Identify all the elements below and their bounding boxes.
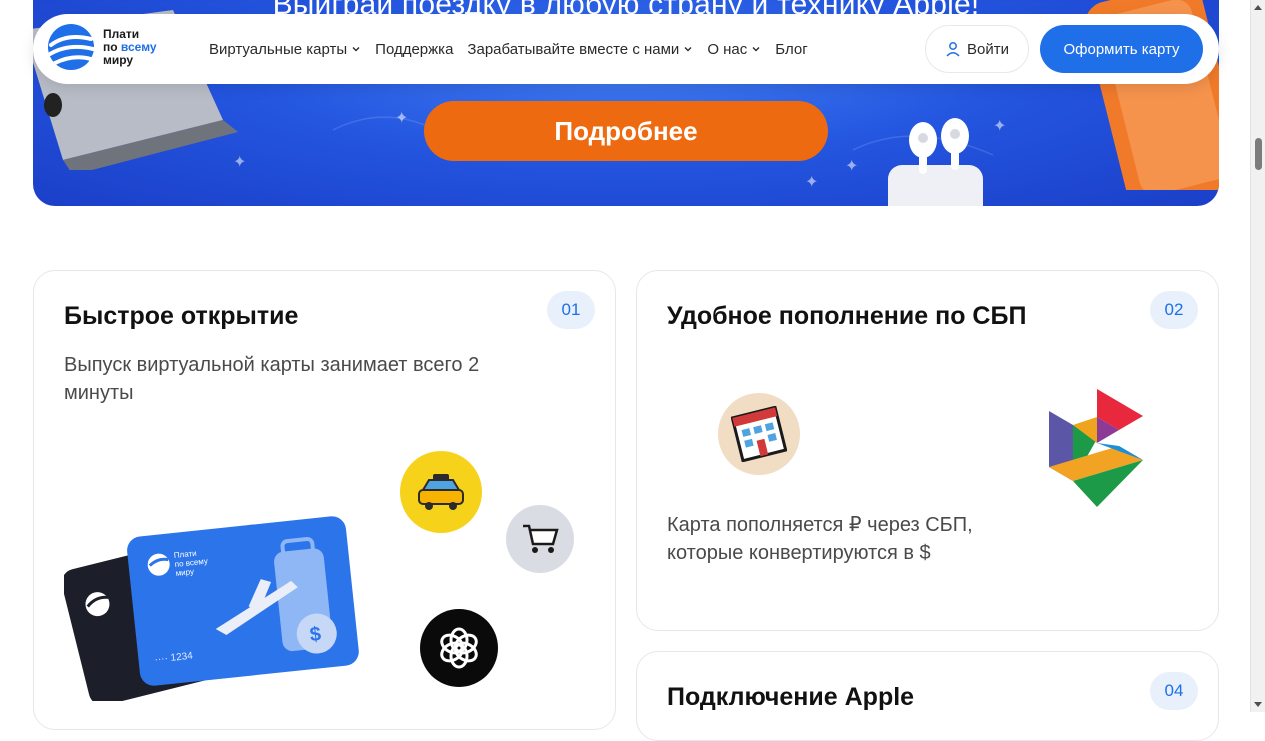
airpods-image [888, 118, 983, 206]
cart-icon [506, 505, 574, 573]
order-card-button[interactable]: Оформить карту [1040, 25, 1203, 73]
scroll-down-arrow-icon[interactable] [1254, 702, 1262, 707]
page-scrollbar[interactable] [1250, 0, 1265, 712]
nav-label: Блог [775, 40, 808, 58]
logo-text: Плати по всему миру [103, 26, 157, 67]
hotel-icon [718, 393, 800, 475]
user-icon [946, 42, 960, 57]
card-title: Удобное пополнение по СБП [667, 302, 1027, 330]
login-button[interactable]: Войти [925, 25, 1029, 73]
chevron-down-icon [752, 47, 760, 52]
card-number-badge: 02 [1150, 291, 1198, 329]
feature-card-sbp-topup: Удобное пополнение по СБП 02 Карта попол… [636, 270, 1219, 631]
card-description: Карта пополняется ₽ через СБП, которые к… [667, 514, 973, 564]
card-number-badge: 04 [1150, 672, 1198, 710]
chevron-down-icon [684, 47, 692, 52]
sparkle-icon: ✦ [845, 158, 859, 175]
login-label: Войти [967, 40, 1009, 58]
main-nav: Виртуальные карты Поддержка Зарабатывайт… [209, 14, 808, 84]
payment-cards-illustration: Плати по всему миру ···· 1234 $ [64, 516, 359, 701]
taxi-icon [400, 451, 482, 533]
nav-label: Зарабатывайте вместе с нами [467, 40, 680, 58]
openai-icon [420, 609, 498, 687]
chevron-down-icon [352, 47, 360, 52]
scrollbar-thumb[interactable] [1255, 138, 1262, 170]
nav-earn-with-us[interactable]: Зарабатывайте вместе с нами [467, 41, 693, 58]
nav-virtual-cards[interactable]: Виртуальные карты [209, 41, 361, 58]
feature-card-apple-connect: Подключение Apple 04 [636, 651, 1219, 741]
site-header: Плати по всему миру Виртуальные карты По… [33, 14, 1219, 84]
sparkle-icon: ✦ [395, 110, 409, 127]
card-title: Быстрое открытие [64, 302, 299, 330]
nav-about[interactable]: О нас [707, 41, 761, 58]
scroll-up-arrow-icon[interactable] [1254, 5, 1262, 10]
nav-support[interactable]: Поддержка [375, 41, 453, 58]
card-title: Подключение Apple [667, 683, 915, 711]
nav-blog[interactable]: Блог [775, 41, 807, 58]
sbp-logo-icon [1049, 389, 1143, 507]
globe-logo-icon [48, 24, 95, 70]
svg-text:$: $ [309, 623, 322, 646]
site-logo[interactable]: Плати по всему миру [47, 23, 157, 71]
nav-label: О нас [707, 40, 748, 58]
card-number-badge: 01 [547, 291, 595, 329]
nav-label: Виртуальные карты [209, 40, 348, 58]
sparkle-icon: ✦ [993, 118, 1007, 135]
card-brand-text: миру [175, 567, 194, 578]
nav-label: Поддержка [375, 40, 454, 58]
card-description: Выпуск виртуальной карты занимает всего … [64, 354, 480, 404]
feature-card-fast-opening: Быстрое открытие 01 Выпуск виртуальной к… [33, 270, 616, 730]
sparkle-icon: ✦ [233, 154, 247, 171]
sparkle-icon: ✦ [805, 174, 819, 191]
more-details-button[interactable]: Подробнее [424, 101, 828, 161]
